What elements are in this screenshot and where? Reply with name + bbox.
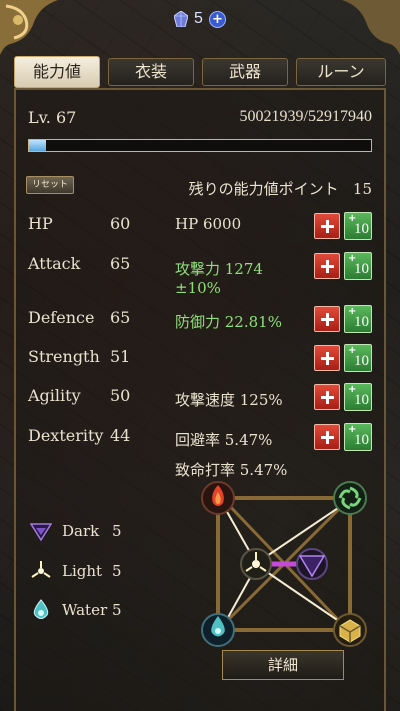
add-ten-hp-button[interactable]: +10: [344, 212, 372, 240]
stat-value-agility: 50: [110, 386, 131, 405]
plus-ten-number: 10: [354, 314, 369, 330]
add-agility-button[interactable]: [314, 384, 340, 410]
element-row-dark: Dark 5: [30, 520, 122, 542]
stat-value-defence: 65: [110, 308, 131, 327]
tab-stats[interactable]: 能力値: [14, 56, 100, 88]
tab-weapon[interactable]: 武器: [202, 58, 288, 86]
stat-name-agility: Agility: [28, 386, 81, 405]
plus-ten-number: 10: [354, 392, 369, 408]
add-currency-button[interactable]: +: [208, 10, 226, 28]
stat-name-defence: Defence: [28, 308, 95, 327]
dark-center-icon: [296, 548, 328, 580]
earth-icon: [333, 613, 367, 647]
light-center-icon: [240, 548, 272, 580]
add-ten-strength-button[interactable]: +10: [344, 344, 372, 372]
add-ten-dexterity-button[interactable]: +10: [344, 423, 372, 451]
add-attack-button[interactable]: [314, 253, 340, 279]
stat-name-attack: Attack: [28, 254, 81, 273]
derived-evasion: 回避率 5.47%: [175, 431, 273, 449]
element-count-water: 5: [112, 601, 122, 619]
element-count-dark: 5: [112, 522, 122, 540]
currency-bar: 5 +: [0, 8, 400, 30]
tab-bar: 能力値 衣装 武器 ルーン: [14, 56, 386, 88]
reset-button[interactable]: リセット: [26, 176, 74, 194]
detail-button[interactable]: 詳細: [222, 650, 344, 680]
stat-value-strength: 51: [110, 347, 131, 366]
fire-icon: [201, 481, 235, 515]
stat-value-hp: 60: [110, 214, 131, 233]
plus-ten-number: 10: [354, 261, 369, 277]
exp-text: 50021939/52917940: [239, 108, 372, 125]
element-relationship-diagram: [201, 481, 367, 647]
wind-icon: [333, 481, 367, 515]
derived-attack-power: 攻撃力 1274: [175, 260, 263, 278]
add-dexterity-button[interactable]: [314, 424, 340, 450]
light-burst-icon: [31, 561, 51, 578]
plus-ten-number: 10: [354, 353, 369, 369]
crystal-gem-icon: [174, 11, 189, 27]
derived-defense-power: 防御力 22.81%: [175, 313, 282, 331]
add-ten-defence-button[interactable]: +10: [344, 305, 372, 333]
element-name-dark: Dark: [62, 522, 100, 540]
add-defence-button[interactable]: [314, 306, 340, 332]
derived-attack-range: ±10%: [175, 279, 221, 297]
element-row-water: Water 5: [30, 599, 122, 621]
water-drop-icon: [33, 599, 49, 619]
exp-bar: [28, 139, 372, 152]
stat-value-dexterity: 44: [110, 426, 131, 445]
add-ten-agility-button[interactable]: +10: [344, 383, 372, 411]
remaining-points-label: 残りの能力値ポイント: [188, 180, 339, 198]
stat-name-dexterity: Dexterity: [28, 426, 104, 445]
derived-attack-speed: 攻撃速度 125%: [175, 391, 283, 409]
gem-count: 5: [194, 10, 203, 27]
plus-ten-number: 10: [354, 221, 369, 237]
element-count-light: 5: [112, 562, 122, 580]
derived-hp: HP 6000: [175, 215, 242, 233]
stat-name-hp: HP: [28, 214, 53, 233]
dark-triangle-icon: [30, 523, 52, 542]
stat-name-strength: Strength: [28, 347, 100, 366]
add-strength-button[interactable]: [314, 345, 340, 371]
stat-value-attack: 65: [110, 254, 131, 273]
add-ten-attack-button[interactable]: +10: [344, 252, 372, 280]
element-row-light: Light 5: [30, 560, 122, 582]
tab-costume[interactable]: 衣装: [108, 58, 194, 86]
remaining-points: 残りの能力値ポイント 15: [189, 178, 372, 199]
element-name-light: Light: [62, 562, 103, 580]
plus-ten-number: 10: [354, 432, 369, 448]
remaining-points-value: 15: [352, 180, 372, 198]
add-hp-button[interactable]: [314, 213, 340, 239]
element-name-water: Water: [62, 601, 108, 619]
tab-rune[interactable]: ルーン: [296, 58, 386, 86]
exp-bar-fill: [29, 140, 47, 151]
water-icon: [201, 613, 235, 647]
level-label: Lv. 67: [28, 108, 77, 127]
